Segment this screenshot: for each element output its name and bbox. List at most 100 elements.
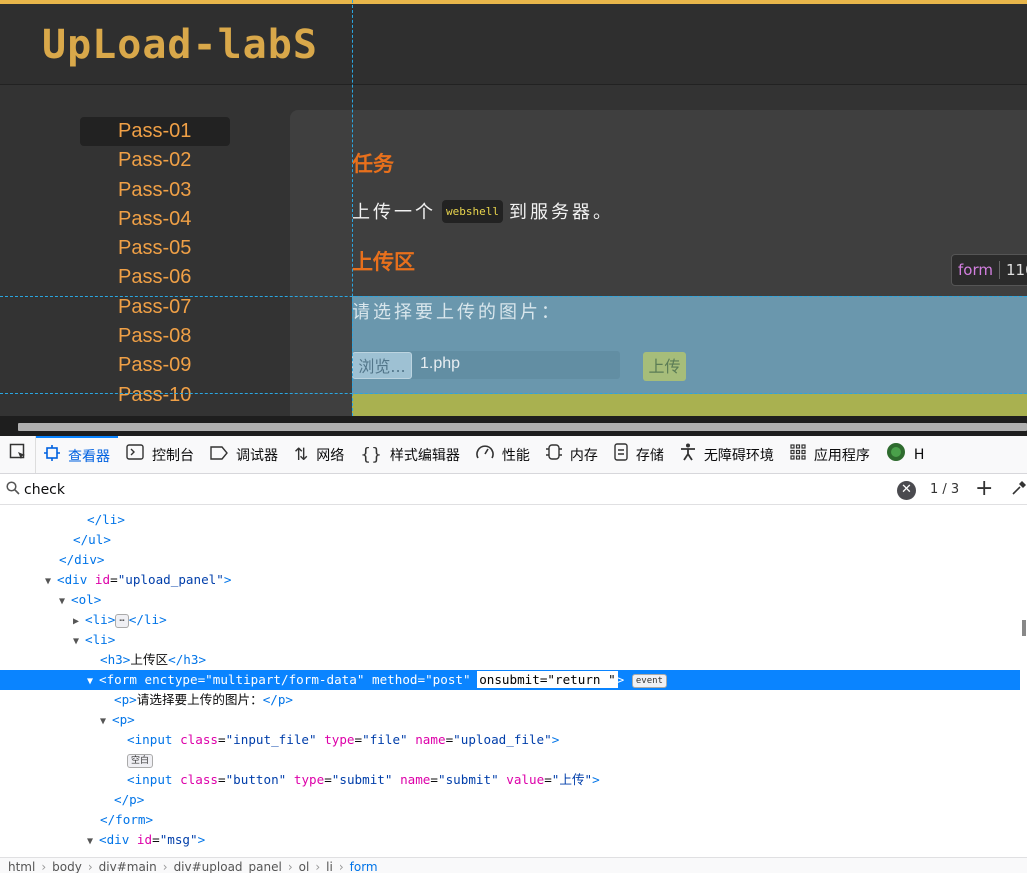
tab-extension[interactable]: H — [878, 436, 933, 473]
markup-tag: </form> — [100, 812, 154, 827]
tab-storage[interactable]: 存储 — [606, 436, 672, 473]
sidebar-item-pass-07[interactable]: Pass-07 — [80, 293, 230, 322]
attr-name: class — [180, 732, 218, 747]
vertical-scrollbar-thumb[interactable] — [1022, 620, 1026, 636]
element-tooltip: form 110 — [951, 254, 1027, 286]
markup-line[interactable]: ▶ <li> ⋯ </li> — [0, 610, 1020, 630]
markup-line[interactable]: </li> — [0, 510, 1020, 530]
attr-value: "upload_panel" — [117, 572, 224, 587]
markup-line[interactable]: 空白 — [0, 750, 1020, 770]
tab-label: 无障碍环境 — [703, 447, 774, 464]
tab-label: 内存 — [569, 447, 598, 464]
tab-label: 控制台 — [152, 447, 194, 464]
markup-line[interactable]: ▼ <div id="upload_panel"> — [0, 570, 1020, 590]
tab-application[interactable]: 应用程序 — [782, 436, 878, 473]
collapse-triangle-icon[interactable]: ▶ — [73, 612, 85, 632]
sidebar-item-pass-09[interactable]: Pass-09 — [80, 351, 230, 380]
markup-view: </li> </ul> </div> ▼ <div id="upload_pane… — [0, 506, 1020, 858]
sidebar-item-pass-10[interactable]: Pass-10 — [80, 381, 230, 410]
collapsed-node-badge[interactable]: ⋯ — [115, 613, 129, 628]
markup-line[interactable]: <input class="input_file" type="file" na… — [0, 730, 1020, 750]
markup-line[interactable]: <p>请选择要上传的图片：</p> — [0, 690, 1020, 710]
expand-triangle-icon[interactable]: ▼ — [100, 712, 112, 732]
markup-line[interactable]: </p> — [0, 790, 1020, 810]
markup-line[interactable]: </ul> — [0, 530, 1020, 550]
tab-console[interactable]: 控制台 — [118, 436, 202, 473]
guide-line-vertical — [352, 0, 353, 416]
whitespace-badge[interactable]: 空白 — [127, 753, 154, 768]
sidebar-item-pass-06[interactable]: Pass-06 — [80, 263, 230, 292]
memory-icon — [545, 443, 562, 466]
markup-tag: </p> — [114, 792, 145, 807]
markup-line[interactable]: ▼ <p> — [0, 710, 1020, 730]
markup-tag: </div> — [59, 552, 105, 567]
pass-sidebar: Pass-01 Pass-02 Pass-03 Pass-04 Pass-05 … — [80, 117, 230, 410]
devtools-panel: 查看器 控制台 调试器 ⇅ 网络 {} 样式编辑器 性能 内存 存储 无障碍环境… — [0, 436, 1027, 873]
sidebar-item-pass-01[interactable]: Pass-01 — [80, 117, 230, 147]
search-icon — [6, 481, 20, 499]
markup-line[interactable]: ▼ <div id="msg"> — [0, 830, 1020, 850]
attr-value: "input_file" — [225, 732, 317, 747]
markup-tag: <div — [57, 572, 95, 587]
markup-line[interactable]: ▼ <li> — [0, 630, 1020, 650]
style-editor-icon: {} — [360, 444, 382, 465]
site-header: UpLoad-labS — [0, 0, 1027, 85]
attr-value: "submit" — [438, 772, 499, 787]
attr-name: value — [506, 772, 545, 787]
element-picker-button[interactable] — [0, 436, 36, 473]
tab-label: 应用程序 — [813, 447, 870, 464]
tab-debugger[interactable]: 调试器 — [202, 436, 286, 473]
tab-accessibility[interactable]: 无障碍环境 — [672, 436, 782, 473]
tab-inspector[interactable]: 查看器 — [36, 436, 118, 473]
upload-submit-button[interactable]: 上传 — [643, 352, 686, 381]
attr-name: name — [415, 732, 446, 747]
eyedropper-icon[interactable] — [1011, 480, 1027, 500]
horizontal-scrollbar[interactable] — [0, 416, 1027, 436]
attr-value: "multipart/form-data" — [205, 672, 365, 687]
extension-icon — [886, 442, 906, 467]
browse-button[interactable]: 浏览... — [352, 352, 412, 379]
markup-tag: <h3> — [100, 652, 131, 667]
attr-value: "submit" — [331, 772, 393, 787]
clear-search-icon[interactable]: ✕ — [897, 481, 916, 500]
sidebar-item-pass-04[interactable]: Pass-04 — [80, 205, 230, 234]
tab-performance[interactable]: 性能 — [468, 436, 538, 473]
console-icon — [126, 444, 144, 465]
expand-triangle-icon[interactable]: ▼ — [59, 592, 71, 612]
network-icon: ⇅ — [294, 444, 309, 465]
markup-tag: </p> — [262, 692, 294, 707]
markup-line[interactable]: ▼ <ol> — [0, 590, 1020, 610]
tab-network[interactable]: ⇅ 网络 — [286, 436, 352, 473]
sidebar-item-pass-03[interactable]: Pass-03 — [80, 176, 230, 205]
markup-tag: <input — [127, 772, 181, 787]
tab-style-editor[interactable]: {} 样式编辑器 — [352, 436, 468, 473]
scrollbar-thumb[interactable] — [18, 423, 1027, 431]
markup-tag: <p> — [114, 692, 137, 707]
expand-triangle-icon[interactable]: ▼ — [87, 832, 99, 852]
event-badge[interactable]: event — [631, 673, 667, 688]
expand-triangle-icon[interactable]: ▼ — [45, 572, 57, 592]
expand-triangle-icon[interactable]: ▼ — [73, 632, 85, 652]
onsubmit-attribute-editor[interactable]: onsubmit="return " — [477, 671, 618, 688]
add-node-button[interactable]: + — [975, 476, 993, 501]
markup-text: 上传区 — [130, 652, 169, 667]
markup-line-selected[interactable]: ▼ <form enctype="multipart/form-data" met… — [0, 670, 1020, 690]
tab-memory[interactable]: 内存 — [538, 436, 606, 473]
markup-line[interactable]: </div> — [0, 550, 1020, 570]
task-desc-text: 上传一个 — [352, 202, 436, 223]
sidebar-item-pass-05[interactable]: Pass-05 — [80, 234, 230, 263]
sidebar-item-pass-08[interactable]: Pass-08 — [80, 322, 230, 351]
tooltip-size: 110 — [1005, 261, 1027, 279]
markup-line[interactable]: <input class="button" type="submit" name… — [0, 770, 1020, 790]
sidebar-item-pass-02[interactable]: Pass-02 — [80, 146, 230, 175]
tab-label: H — [913, 446, 925, 463]
markup-line[interactable]: </form> — [0, 810, 1020, 830]
expand-triangle-icon[interactable]: ▼ — [87, 672, 99, 692]
attr-name: enctype — [144, 672, 198, 687]
site-logo: UpLoad-labS — [42, 22, 318, 68]
tab-label: 调试器 — [236, 447, 278, 464]
markup-search-input[interactable] — [24, 479, 624, 501]
form-margin-overlay — [352, 394, 1027, 416]
markup-tag: <p> — [112, 712, 135, 727]
markup-line[interactable]: <h3>上传区</h3> — [0, 650, 1020, 670]
